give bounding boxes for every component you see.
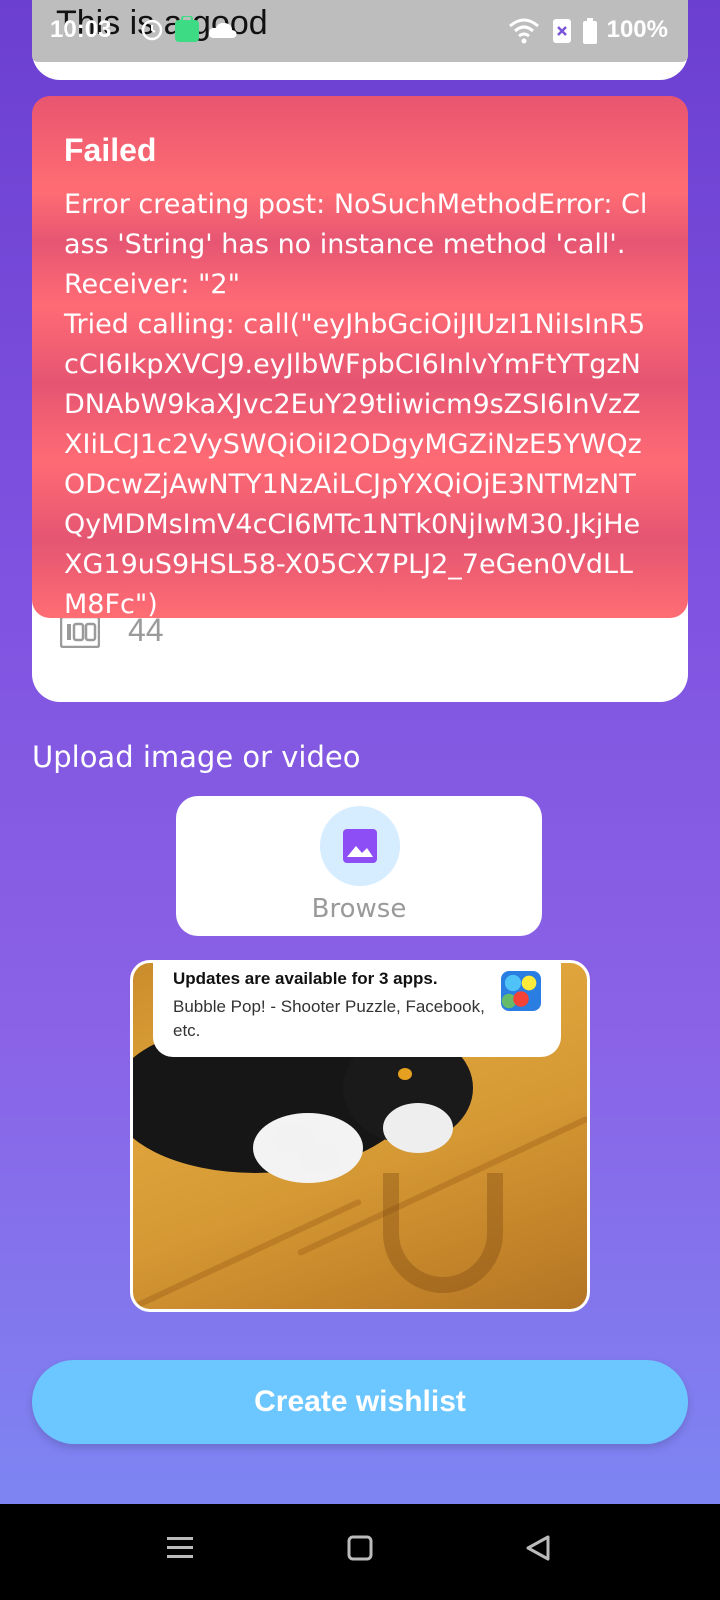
browse-button[interactable]: Browse	[176, 796, 542, 936]
battery-icon	[583, 18, 597, 44]
notification-body: Bubble Pop! - Shooter Puzzle, Facebook, …	[173, 997, 485, 1040]
cloud-icon	[208, 22, 237, 38]
uploaded-image-preview[interactable]: Updates are available for 3 apps. Bubble…	[130, 960, 590, 1312]
wifi-icon	[509, 18, 539, 44]
sync-icon	[141, 19, 163, 41]
cat-chin	[383, 1103, 453, 1153]
browse-icon-container	[320, 806, 400, 886]
sim-off-icon	[553, 19, 571, 43]
home-icon[interactable]	[346, 1534, 374, 1562]
error-title: Failed	[64, 132, 157, 168]
error-toast: Failed Error creating post: NoSuchMethod…	[32, 96, 688, 620]
bubble-pop-icon	[501, 971, 541, 1011]
wood-grain	[133, 1198, 363, 1309]
system-nav-bar	[0, 1504, 720, 1600]
battery-percentage: 100%	[606, 16, 668, 43]
create-wishlist-button[interactable]: Create wishlist	[32, 1360, 688, 1444]
update-notification[interactable]: Updates are available for 3 apps. Bubble…	[153, 963, 561, 1057]
notification-title: Updates are available for 3 apps.	[173, 969, 438, 988]
cat-shadow	[383, 1173, 503, 1293]
cat-eye	[398, 1068, 412, 1080]
status-time: 10:03	[50, 16, 112, 43]
error-message: Error creating post: NoSuchMethodError: …	[64, 189, 648, 620]
back-icon[interactable]	[524, 1534, 552, 1562]
cat-paw	[298, 1143, 340, 1173]
menu-icon[interactable]	[166, 1534, 194, 1562]
browse-label: Browse	[311, 894, 407, 924]
app-store-icon	[175, 16, 199, 42]
image-icon	[343, 829, 377, 863]
upload-label: Upload image or video	[32, 740, 361, 774]
